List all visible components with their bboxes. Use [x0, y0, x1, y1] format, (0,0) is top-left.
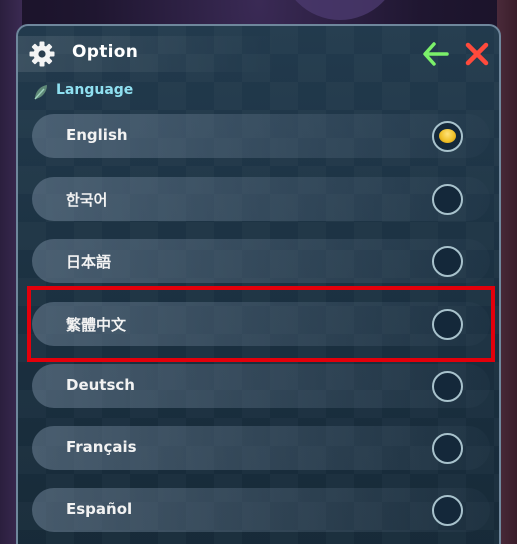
- section-label: Language: [56, 82, 134, 98]
- radio-button[interactable]: [432, 495, 463, 526]
- radio-button[interactable]: [432, 184, 463, 215]
- close-icon[interactable]: [464, 41, 490, 67]
- radio-button[interactable]: [432, 433, 463, 464]
- gear-icon: [29, 41, 55, 67]
- panel-header: Option: [18, 36, 499, 72]
- language-option-spanish[interactable]: Español: [32, 488, 490, 532]
- language-label: Español: [66, 500, 133, 518]
- language-option-german[interactable]: Deutsch: [32, 364, 490, 408]
- header-band: [18, 36, 278, 72]
- radio-button[interactable]: [432, 246, 463, 277]
- radio-button[interactable]: [432, 309, 463, 340]
- background-orb: [280, 0, 400, 20]
- radio-button[interactable]: [432, 371, 463, 402]
- panel-title: Option: [72, 42, 139, 62]
- back-arrow-icon[interactable]: [422, 41, 450, 67]
- language-label: 繁體中文: [66, 316, 127, 334]
- language-label: 日本語: [66, 253, 112, 271]
- option-panel: Option Language English 한국어 日本語 繁體中文 Deu…: [16, 24, 501, 544]
- language-option-korean[interactable]: 한국어: [32, 177, 490, 221]
- language-option-japanese[interactable]: 日本語: [32, 239, 490, 283]
- language-label: Français: [66, 438, 137, 456]
- language-option-traditional-chinese[interactable]: 繁體中文: [32, 302, 490, 346]
- language-option-english[interactable]: English: [32, 114, 490, 158]
- radio-button-selected[interactable]: [432, 121, 463, 152]
- language-label: 한국어: [66, 191, 108, 209]
- leaf-icon: [34, 85, 47, 100]
- language-option-french[interactable]: Français: [32, 426, 490, 470]
- language-label: Deutsch: [66, 376, 135, 394]
- language-label: English: [66, 126, 128, 144]
